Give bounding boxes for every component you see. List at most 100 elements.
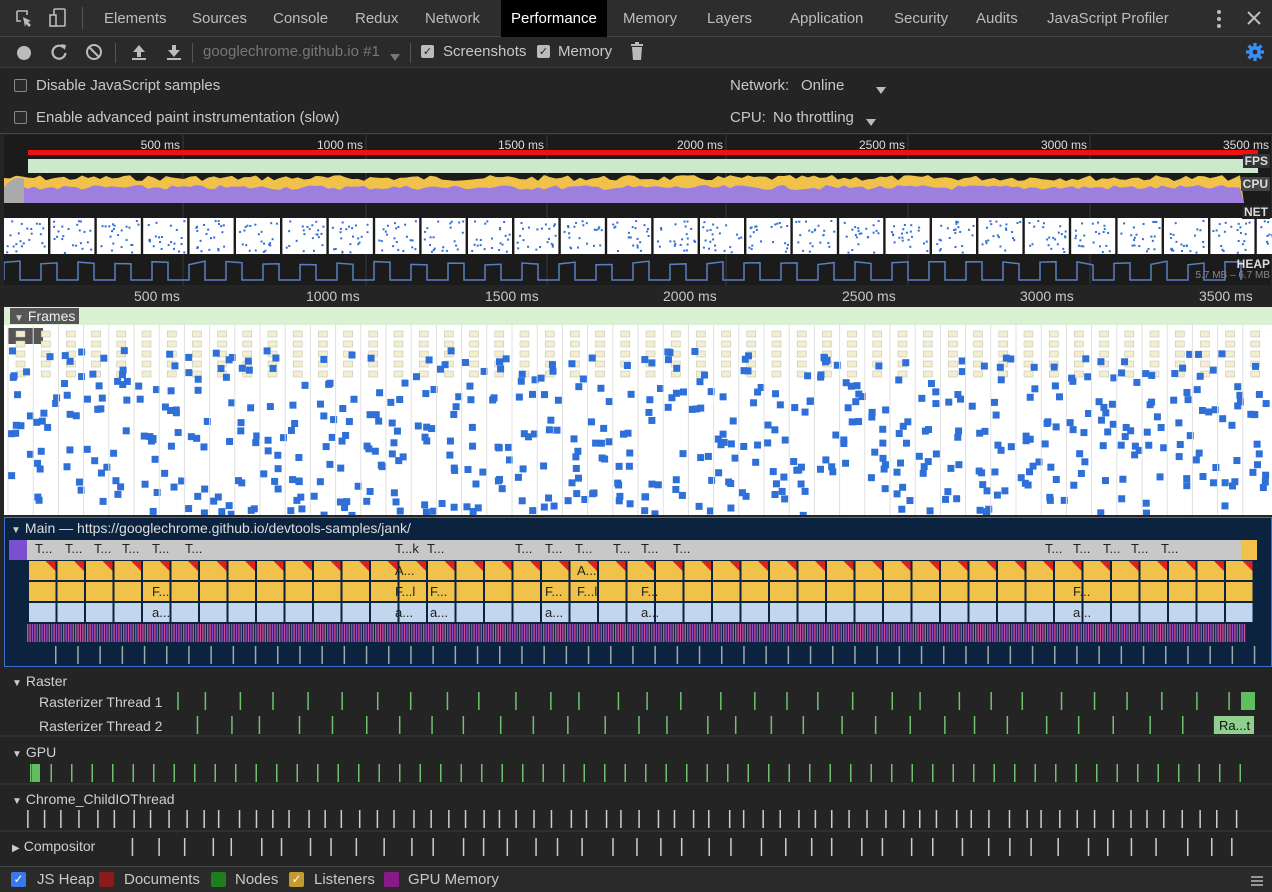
gpu-track-header[interactable]: ▼ GPU [12,744,56,760]
select-element-icon[interactable] [15,9,33,27]
task-label[interactable]: T... [35,541,52,556]
screenshots-checkbox[interactable]: ✓ [421,45,434,58]
task-label[interactable]: T... [1131,541,1148,556]
sample-bar [1039,624,1042,642]
sample-bar [1018,624,1020,642]
function-call-label[interactable]: F... [545,584,562,599]
main-thread-track[interactable]: ▼ Main — https://googlechrome.github.io/d… [4,517,1272,667]
documents-checkbox[interactable] [99,872,114,887]
frame-thumb-square [348,511,356,515]
task-label[interactable]: T... [1103,541,1120,556]
hamburger-menu-icon[interactable] [1250,874,1264,886]
cpu-throttle-select[interactable]: No throttling [773,109,854,126]
tab-javascript-profiler[interactable]: JavaScript Profiler [1047,0,1169,37]
screenshot-dot [67,227,70,230]
frame-thumb-button [1250,340,1261,348]
main-track-header[interactable]: ▼ Main — https://googlechrome.github.io/d… [11,520,411,536]
function-call-label[interactable]: F...l [577,584,597,599]
frame-thumb-button [267,340,278,348]
frame-thumb-square [968,402,976,410]
task-label[interactable]: T... [152,541,169,556]
task-label[interactable]: T... [515,541,532,556]
listeners-checkbox[interactable]: ✓ [289,872,304,887]
screenshot-dot [1244,233,1247,236]
function-call-label[interactable]: F...l [395,584,415,599]
function-call-label[interactable]: F... [1073,584,1090,599]
disable-js-samples-checkbox[interactable] [14,79,27,92]
tab-network[interactable]: Network [425,0,480,37]
task-label[interactable]: T... [1045,541,1062,556]
close-icon[interactable] [1246,10,1262,26]
tab-redux[interactable]: Redux [355,0,398,37]
tab-audits[interactable]: Audits [976,0,1018,37]
cpu-chevron-down-icon[interactable] [866,114,876,126]
layout-label[interactable]: a... [1073,605,1091,620]
screenshot-dot [627,231,630,234]
task-label[interactable]: T... [1073,541,1090,556]
settings-gear-icon[interactable] [1245,42,1265,62]
frame-thumb-square [1052,423,1060,431]
task-label[interactable]: T... [641,541,658,556]
task-label[interactable]: T... [427,541,444,556]
gpu-memory-checkbox[interactable] [384,872,399,887]
task-label[interactable]: T... [65,541,82,556]
task-label[interactable]: T... [94,541,111,556]
nodes-checkbox[interactable] [211,872,226,887]
memory-checkbox[interactable]: ✓ [537,45,550,58]
tab-layers[interactable]: Layers [707,0,752,37]
screenshot-dot [395,227,398,230]
function-call-label[interactable]: F... [641,584,658,599]
layout-label[interactable]: a... [641,605,659,620]
frames-track[interactable]: ▼ Frames [4,307,1272,515]
compositor-track-header[interactable]: ▶ Compositor [12,838,95,854]
timeline-overview[interactable]: 500 ms 1000 ms 1500 ms 2000 ms 2500 ms 3000 m… [3,135,1272,285]
animation-frame-label[interactable]: A... [395,563,415,578]
device-toolbar-icon[interactable] [48,8,68,28]
task-label[interactable]: T... [1161,541,1178,556]
layout-label[interactable]: a... [152,605,170,620]
load-profile-icon[interactable] [130,43,148,61]
save-profile-icon[interactable] [165,43,183,61]
task-label[interactable]: T... [613,541,630,556]
raster-track-header[interactable]: ▼ Raster [12,673,67,689]
function-call-label[interactable]: F... [152,584,169,599]
task-label[interactable]: T... [185,541,202,556]
task-label[interactable]: T... [673,541,690,556]
animation-frame-label[interactable]: A... [577,563,597,578]
task-label[interactable]: T... [575,541,592,556]
function-call-label[interactable]: F... [430,584,447,599]
screenshot-dot [483,248,486,251]
tab-memory[interactable]: Memory [623,0,677,37]
tab-performance[interactable]: Performance [501,0,607,37]
chevron-down-icon[interactable] [390,49,400,61]
record-icon[interactable] [15,44,33,62]
sample-bar [1006,624,1008,642]
raster-event-label[interactable]: Ra...t [1219,718,1250,733]
frame-thumb-button [973,350,983,358]
layout-label[interactable]: a... [430,605,448,620]
layout-block [1197,603,1224,622]
tab-security[interactable]: Security [894,0,948,37]
reload-icon[interactable] [50,43,68,61]
task-label[interactable]: T... [122,541,139,556]
layout-label[interactable]: a... [545,605,563,620]
task-label[interactable]: T...k [395,541,419,556]
io-thread-track-header[interactable]: ▼ Chrome_ChildIOThread [12,791,175,807]
layout-label[interactable]: a... [395,605,413,620]
task-label[interactable]: T... [545,541,562,556]
network-chevron-down-icon[interactable] [876,82,886,94]
advanced-paint-checkbox[interactable] [14,111,27,124]
tab-elements[interactable]: Elements [104,0,167,37]
recording-select[interactable]: googlechrome.github.io #1 [203,43,380,60]
tab-console[interactable]: Console [273,0,328,37]
tab-sources[interactable]: Sources [192,0,247,37]
screenshot-dot [1185,244,1188,247]
more-options-icon[interactable] [1212,9,1226,29]
network-throttle-select[interactable]: Online [801,77,844,94]
frames-track-header[interactable]: ▼ Frames [10,308,80,324]
tab-application[interactable]: Application [790,0,863,37]
screenshot-dot [593,228,596,231]
js-heap-checkbox[interactable]: ✓ [11,872,26,887]
clear-icon[interactable] [85,43,103,61]
garbage-collect-icon[interactable] [630,42,644,62]
